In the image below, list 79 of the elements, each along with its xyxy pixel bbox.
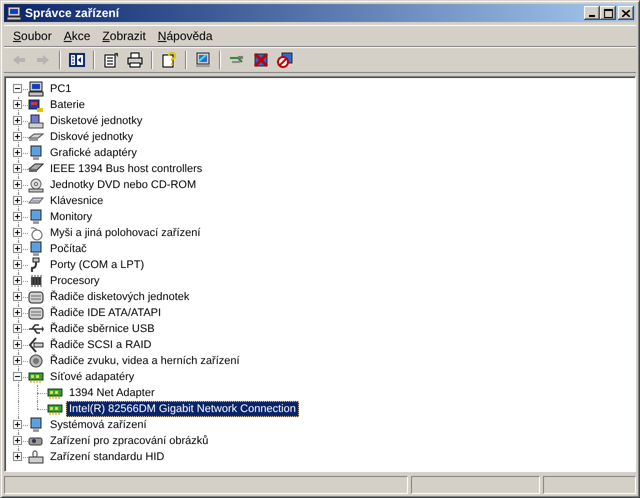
printer-icon: [127, 52, 143, 68]
maximize-button[interactable]: [600, 6, 616, 20]
tree-item[interactable]: Síťové adapatéry: [47, 369, 138, 385]
menu-item[interactable]: Soubor: [7, 27, 58, 45]
cd-drive-icon: [28, 177, 44, 193]
properties-icon: [103, 52, 119, 68]
expand-toggle[interactable]: [13, 260, 22, 269]
tree-item[interactable]: Porty (COM a LPT): [47, 257, 148, 273]
tree-item[interactable]: Monitory: [47, 209, 96, 225]
menu-item[interactable]: Akce: [58, 27, 96, 45]
expand-toggle[interactable]: [13, 180, 22, 189]
tree-item[interactable]: Řadiče disketových jednotek: [47, 289, 192, 305]
expand-toggle[interactable]: [13, 228, 22, 237]
tree-item[interactable]: Počítač: [47, 241, 90, 257]
close-icon: [622, 10, 630, 16]
monitor-icon: [28, 417, 44, 433]
computer-icon: [6, 5, 22, 21]
monitor-icon: [28, 241, 44, 257]
panel-button[interactable]: [66, 50, 88, 70]
close-button[interactable]: [618, 6, 634, 20]
tree-item[interactable]: Systémová zařízení: [47, 417, 150, 433]
expand-toggle[interactable]: [13, 164, 22, 173]
menu-item[interactable]: Zobrazit: [96, 27, 152, 45]
expand-toggle[interactable]: [13, 100, 22, 109]
tree-item[interactable]: Intel(R) 82566DM Gigabit Network Connection: [66, 401, 299, 417]
expand-toggle[interactable]: [13, 340, 22, 349]
tree-item[interactable]: Grafické adaptéry: [47, 145, 140, 161]
mouse-icon: [28, 225, 44, 241]
tree-item[interactable]: 1394 Net Adapter: [66, 385, 158, 401]
expand-toggle[interactable]: [13, 132, 22, 141]
menu-item[interactable]: Nápověda: [152, 27, 219, 45]
scan-computer-icon: [195, 52, 211, 68]
tree-item[interactable]: Řadiče sběrnice USB: [47, 321, 158, 337]
tree-item[interactable]: Řadiče SCSI a RAID: [47, 337, 154, 353]
forward-arrow-icon: [35, 52, 51, 68]
tree-item[interactable]: PC1: [47, 81, 74, 97]
minimize-button[interactable]: [584, 6, 600, 20]
collapse-toggle[interactable]: [13, 372, 22, 381]
expand-toggle[interactable]: [13, 308, 22, 317]
monitor-icon: [28, 209, 44, 225]
maximize-icon: [604, 8, 612, 18]
chip-icon: [28, 273, 44, 289]
expand-toggle[interactable]: [13, 420, 22, 429]
computer-icon: [28, 81, 44, 97]
tree-item[interactable]: Baterie: [47, 97, 88, 113]
floppy-drive-icon: [28, 113, 44, 129]
tree-item[interactable]: IEEE 1394 Bus host controllers: [47, 161, 206, 177]
expand-toggle[interactable]: [13, 212, 22, 221]
disable-icon: [277, 52, 293, 68]
tree-item[interactable]: Procesory: [47, 273, 103, 289]
monitor-icon: [28, 145, 44, 161]
tree-item[interactable]: Klávesnice: [47, 193, 106, 209]
hid-icon: [28, 449, 44, 465]
collapse-toggle[interactable]: [13, 84, 22, 93]
panel-icon: [69, 52, 85, 68]
expand-toggle[interactable]: [13, 116, 22, 125]
expand-toggle[interactable]: [13, 244, 22, 253]
help-icon: [161, 52, 177, 68]
expand-toggle[interactable]: [13, 276, 22, 285]
tree-item[interactable]: Řadiče zvuku, videa a herních zařízení: [47, 353, 243, 369]
expand-toggle[interactable]: [13, 148, 22, 157]
uninstall-icon: [253, 52, 269, 68]
expand-toggle[interactable]: [13, 436, 22, 445]
tree-item[interactable]: Diskové jednotky: [47, 129, 136, 145]
battery-icon: [28, 97, 44, 113]
expand-toggle[interactable]: [13, 356, 22, 365]
scsi-icon: [28, 337, 44, 353]
expand-toggle[interactable]: [13, 196, 22, 205]
tree-item[interactable]: Disketové jednotky: [47, 113, 146, 129]
tree-item[interactable]: Zařízení standardu HID: [47, 449, 168, 465]
expand-toggle[interactable]: [13, 324, 22, 333]
tree-item[interactable]: Myši a jiná polohovací zařízení: [47, 225, 204, 241]
tree-item[interactable]: Řadiče IDE ATA/ATAPI: [47, 305, 164, 321]
expand-toggle[interactable]: [13, 452, 22, 461]
expand-toggle[interactable]: [13, 292, 22, 301]
window-title: Správce zařízení: [25, 6, 120, 20]
back-arrow-icon: [11, 52, 27, 68]
tree-item[interactable]: Zařízení pro zpracování obrázků: [47, 433, 212, 449]
tree-item[interactable]: Jednotky DVD nebo CD-ROM: [47, 177, 200, 193]
